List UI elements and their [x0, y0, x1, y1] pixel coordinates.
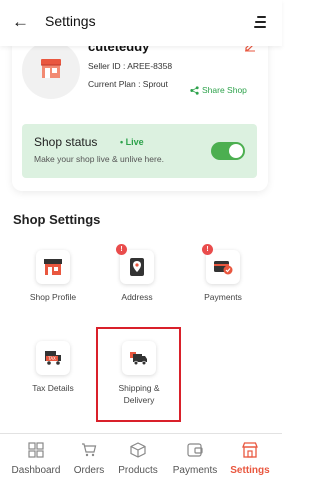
toggle-knob: [229, 144, 243, 158]
share-shop-button[interactable]: Share Shop: [190, 85, 247, 95]
nav-label: Settings: [230, 465, 270, 476]
grid-icon: [28, 442, 44, 458]
shop-status-panel: Shop status • Live Make your shop live &…: [22, 124, 257, 178]
alert-badge: !: [116, 244, 127, 255]
payments-icon: [187, 443, 203, 457]
arrow-left-icon[interactable]: ←: [12, 12, 32, 32]
tile-label: Tax Details: [32, 383, 74, 393]
nav-label: Orders: [73, 465, 105, 476]
nav-payments[interactable]: Payments: [167, 434, 223, 486]
box-icon: [130, 442, 146, 458]
nav-settings[interactable]: Settings: [222, 434, 278, 486]
tile-tax-details[interactable]: TAX Tax Details: [17, 341, 87, 411]
shop-avatar: [22, 41, 80, 99]
tile-address[interactable]: ! Address: [101, 244, 171, 320]
nav-label: Payments: [172, 465, 218, 476]
tile-label: Shop Profile: [29, 292, 77, 302]
wallet-card-icon: [214, 261, 233, 275]
store-icon: [242, 442, 258, 458]
alert-badge: !: [202, 244, 213, 255]
bottom-nav: Dashboard Orders Products Payments Setti…: [0, 433, 282, 486]
seller-id: Seller ID : AREE-8358: [88, 61, 173, 71]
shop-profile-icon-box: [36, 250, 70, 284]
tile-payments[interactable]: ! Payments: [187, 244, 257, 320]
section-title: Shop Settings: [13, 212, 101, 227]
tax-truck-icon: TAX: [45, 351, 61, 365]
current-plan: Current Plan : Sprout: [88, 79, 168, 89]
highlight-box: [96, 327, 181, 422]
live-label: Live: [125, 137, 144, 147]
nav-label: Dashboard: [11, 465, 61, 476]
tax-details-icon-box: TAX: [36, 341, 70, 375]
app-header: ← Settings: [0, 0, 282, 46]
shop-icon: [44, 259, 62, 275]
hamburger-icon[interactable]: [254, 16, 268, 30]
svg-text:TAX: TAX: [47, 356, 56, 361]
nav-orders[interactable]: Orders: [61, 434, 117, 486]
share-icon: [190, 85, 199, 95]
nav-label: Products: [118, 465, 158, 476]
tile-shop-profile[interactable]: Shop Profile: [17, 250, 87, 320]
nav-dashboard[interactable]: Dashboard: [8, 434, 64, 486]
page-title: Settings: [45, 13, 96, 29]
tile-label: Payments: [204, 292, 242, 302]
shop-icon: [41, 59, 61, 78]
nav-products[interactable]: Products: [110, 434, 166, 486]
live-badge: • Live: [120, 137, 144, 147]
share-shop-label: Share Shop: [202, 85, 247, 95]
tile-label: Address: [121, 292, 153, 302]
payments-icon-box: [206, 250, 240, 284]
shop-card: cuteteddy Seller ID : AREE-8358 Current …: [12, 28, 268, 191]
shop-live-toggle[interactable]: [211, 142, 245, 160]
shop-status-description: Make your shop live & unlive here.: [34, 154, 164, 164]
location-pin-icon: [130, 258, 144, 276]
address-icon-box: [120, 250, 154, 284]
cart-icon: [82, 443, 97, 457]
shop-status-title: Shop status: [34, 135, 98, 149]
